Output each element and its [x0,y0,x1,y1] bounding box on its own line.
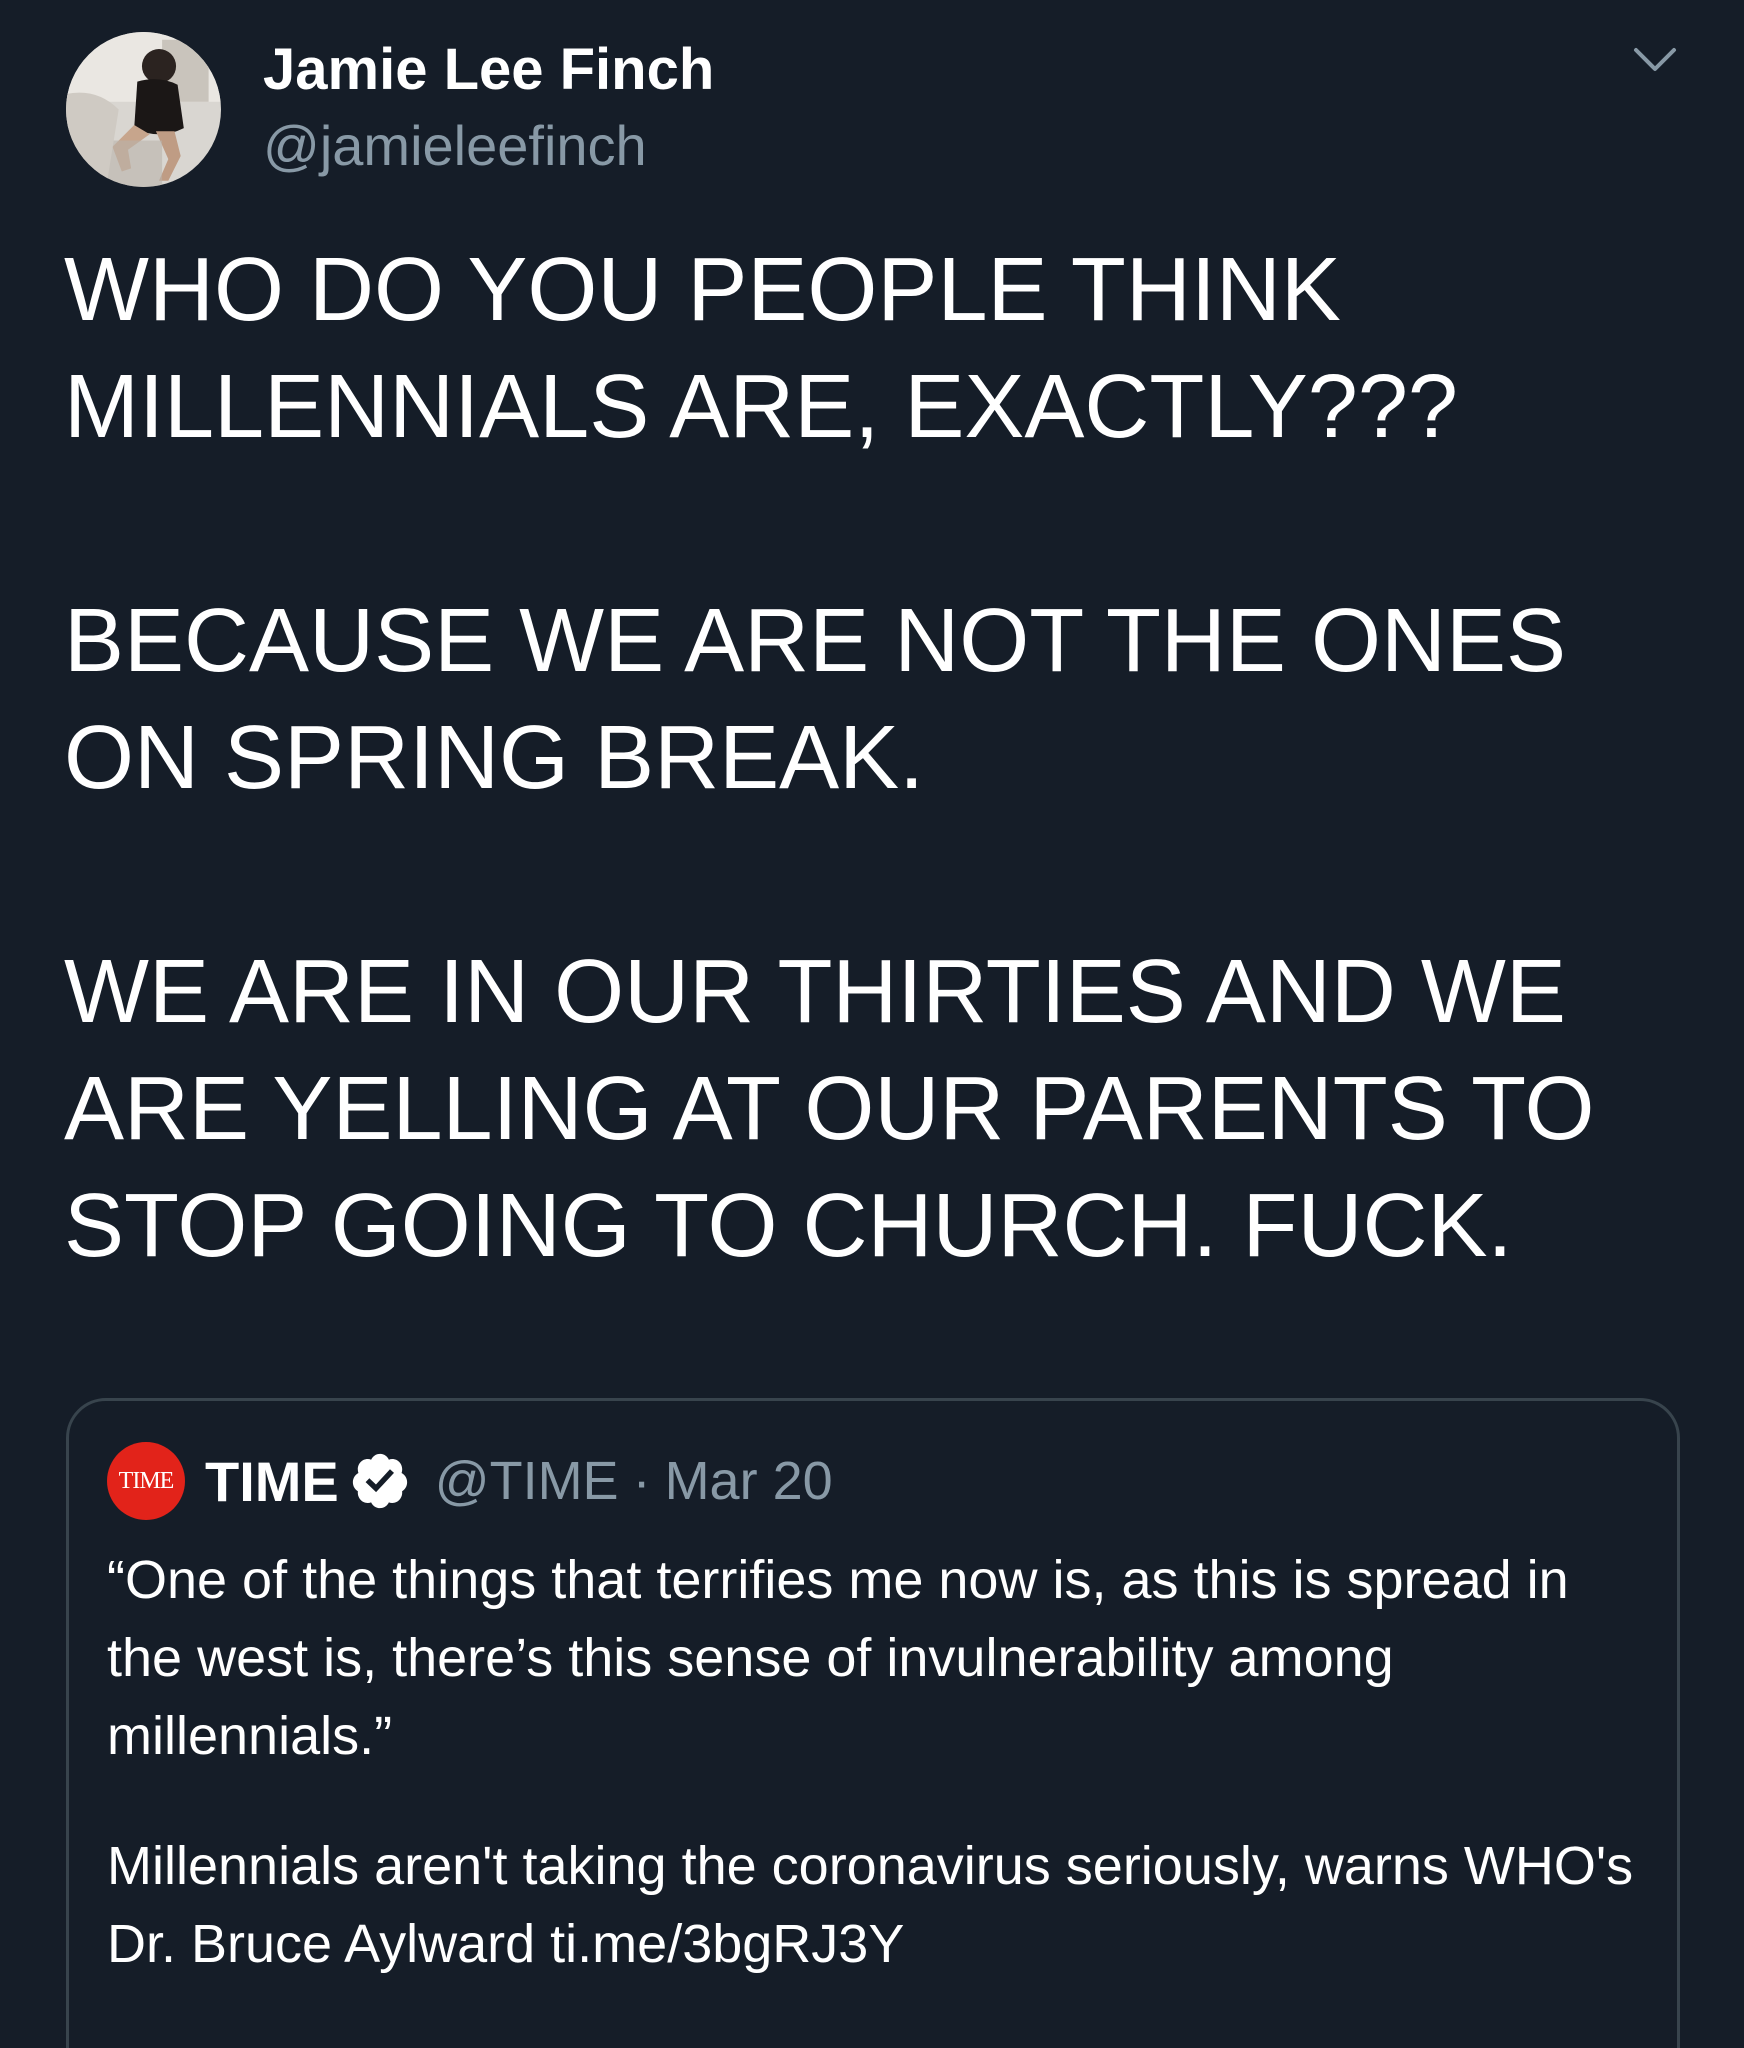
author-avatar[interactable] [66,32,221,187]
avatar-photo-icon [66,32,221,187]
time-logo-icon[interactable]: TIME [107,1442,185,1520]
verified-badge-icon [349,1450,411,1512]
tweet-paragraph: WHO DO YOU PEOPLE THINK MILLENNIALS ARE,… [64,240,1458,457]
quoted-handle[interactable]: @TIME [435,1450,619,1512]
quoted-paragraph: Millennials aren't taking the coronaviru… [107,1836,1634,1974]
author-handle[interactable]: @jamieleefinch [263,113,647,178]
quoted-display-name[interactable]: TIME [205,1449,339,1514]
header-separator: · [632,1451,651,1511]
quoted-tweet-text: “One of the things that terrifies me now… [107,1541,1647,2035]
chevron-down-icon[interactable] [1630,40,1680,80]
time-logo-text: TIME [118,1467,175,1494]
tweet: Jamie Lee Finch @jamieleefinch WHO DO YO… [0,0,1744,2048]
tweet-text: WHO DO YOU PEOPLE THINK MILLENNIALS ARE,… [64,232,1704,1285]
quoted-date[interactable]: Mar 20 [665,1450,833,1512]
tweet-paragraph: BECAUSE WE ARE NOT THE ONES ON SPRING BR… [64,591,1567,808]
quoted-tweet-header: TIME TIME @TIME · Mar 20 [107,1441,833,1521]
tweet-paragraph: WE ARE IN OUR THIRTIES AND WE ARE YELLIN… [64,942,1595,1276]
author-display-name[interactable]: Jamie Lee Finch [263,36,714,103]
quoted-paragraph: “One of the things that terrifies me now… [107,1550,1569,1766]
quoted-tweet-card[interactable]: TIME TIME @TIME · Mar 20 “One of the thi… [66,1398,1680,2048]
